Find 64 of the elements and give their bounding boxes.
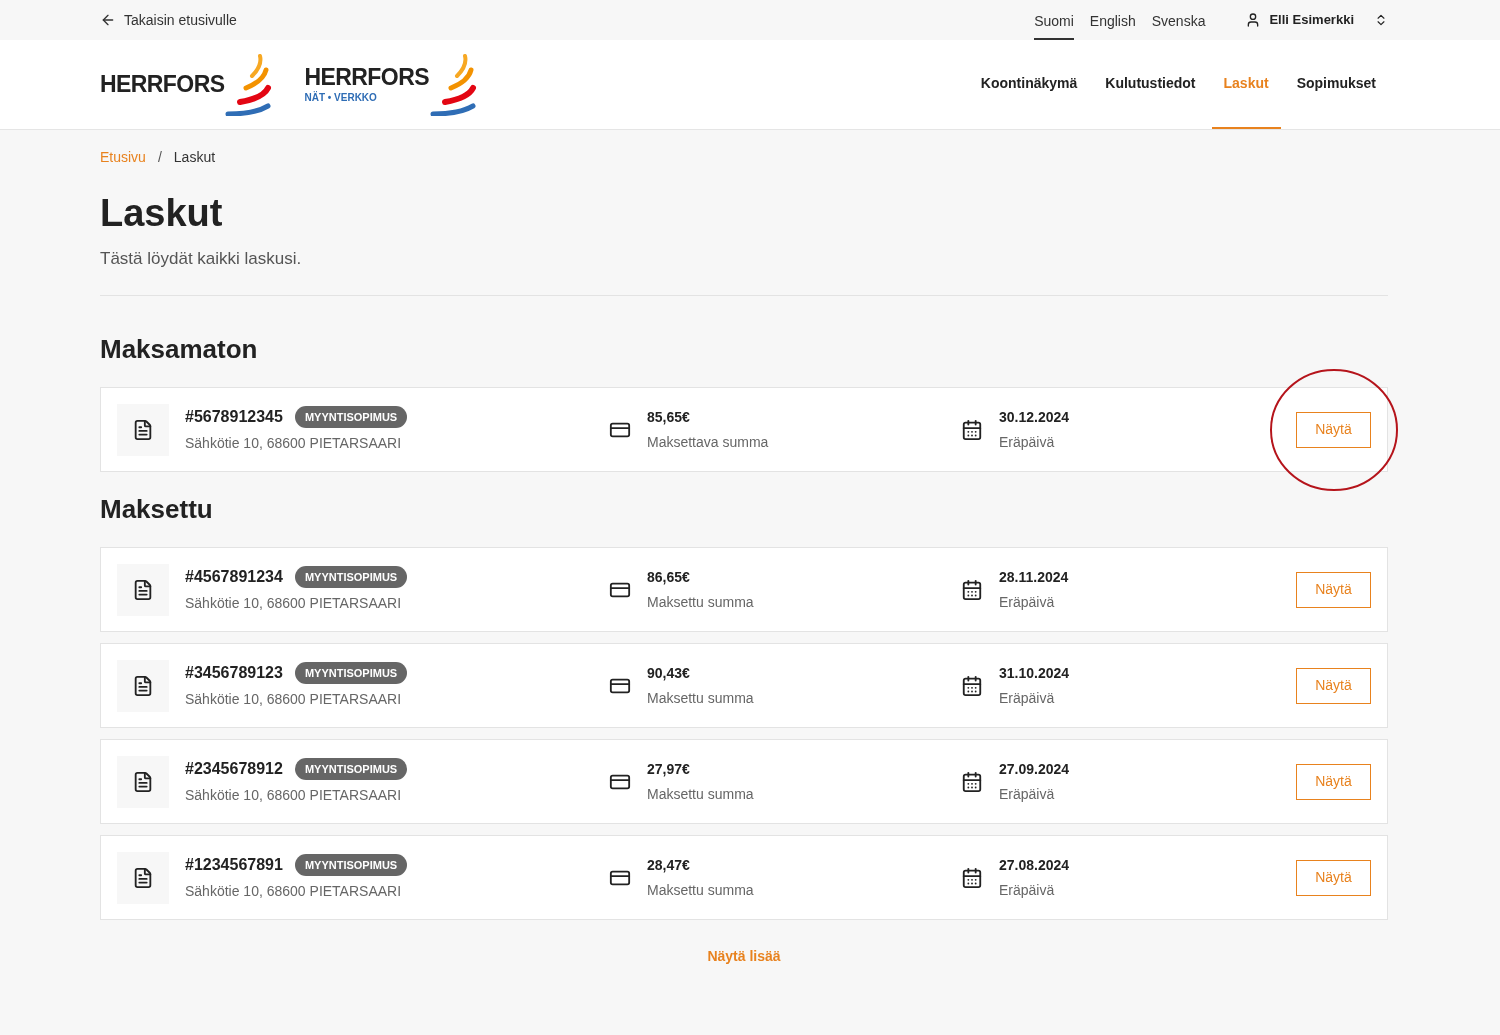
invoice-address: Sähkötie 10, 68600 PIETARSAARI bbox=[185, 882, 403, 901]
due-date-label: Eräpäivä bbox=[999, 880, 1056, 900]
logo-stripes-icon bbox=[224, 53, 273, 116]
section-heading: Maksettu bbox=[100, 493, 214, 526]
due-date: 30.12.2024 bbox=[999, 407, 1070, 427]
invoice-amount: 86,65€ bbox=[647, 567, 691, 587]
section-heading: Maksamaton bbox=[100, 333, 259, 366]
due-date: 27.09.2024 bbox=[999, 759, 1070, 779]
logo-subtitle: NÄT • VERKKO bbox=[304, 93, 378, 103]
document-icon bbox=[117, 755, 169, 808]
due-date: 27.08.2024 bbox=[999, 855, 1070, 875]
language-tab[interactable]: Svenska bbox=[1151, 0, 1206, 40]
logo-wordmark: HERRFORS bbox=[100, 73, 225, 96]
contract-tag: MYYNTISOPIMUS bbox=[294, 757, 408, 781]
invoice-number: #2345678912 bbox=[185, 759, 283, 779]
document-icon bbox=[117, 403, 169, 456]
calendar-icon bbox=[961, 674, 983, 697]
nav-tab[interactable]: Sopimukset bbox=[1284, 40, 1388, 129]
document-icon bbox=[117, 563, 169, 616]
calendar-icon bbox=[961, 770, 983, 793]
calendar-icon bbox=[961, 578, 983, 601]
invoice-number: #4567891234 bbox=[185, 567, 283, 587]
invoice-amount: 28,47€ bbox=[647, 855, 691, 875]
invoice-amount: 85,65€ bbox=[647, 407, 691, 427]
document-icon bbox=[117, 659, 169, 712]
page-title: Laskut bbox=[100, 191, 224, 236]
invoice-address: Sähkötie 10, 68600 PIETARSAARI bbox=[185, 594, 403, 613]
contract-tag: MYYNTISOPIMUS bbox=[294, 661, 408, 685]
nav-tab[interactable]: Kulutustiedot bbox=[1093, 40, 1208, 129]
amount-label: Maksettava summa bbox=[647, 432, 769, 452]
amount-label: Maksettu summa bbox=[647, 688, 754, 708]
back-arrow-icon bbox=[100, 12, 116, 28]
language-tab[interactable]: English bbox=[1089, 0, 1136, 40]
calendar-icon bbox=[961, 418, 983, 441]
amount-label: Maksettu summa bbox=[647, 784, 754, 804]
contract-tag: MYYNTISOPIMUS bbox=[294, 405, 408, 429]
due-date-label: Eräpäivä bbox=[999, 784, 1056, 804]
breadcrumb-separator: / bbox=[157, 148, 162, 167]
due-date: 31.10.2024 bbox=[999, 663, 1070, 683]
calendar-icon bbox=[961, 866, 983, 889]
invoice-number: #3456789123 bbox=[185, 663, 283, 683]
page-subtitle: Tästä löydät kaikki laskusi. bbox=[100, 247, 303, 270]
invoice-address: Sähkötie 10, 68600 PIETARSAARI bbox=[185, 434, 403, 453]
invoice-amount: 90,43€ bbox=[647, 663, 691, 683]
nav-tab[interactable]: Koontinäkymä bbox=[968, 40, 1090, 129]
due-date-label: Eräpäivä bbox=[999, 688, 1056, 708]
back-link[interactable]: Takaisin etusivulle bbox=[100, 9, 237, 31]
logo-stripes-icon bbox=[428, 53, 477, 116]
document-icon bbox=[117, 851, 169, 904]
logo-wordmark: HERRFORS bbox=[304, 66, 429, 89]
due-date-label: Eräpäivä bbox=[999, 432, 1056, 452]
invoice-amount: 27,97€ bbox=[647, 759, 691, 779]
invoice-number: #5678912345 bbox=[185, 407, 283, 427]
user-menu[interactable]: Elli Esimerkki bbox=[1245, 10, 1388, 30]
amount-label: Maksettu summa bbox=[647, 880, 754, 900]
amount-label: Maksettu summa bbox=[647, 592, 754, 612]
invoice-number: #1234567891 bbox=[185, 855, 283, 875]
due-date-label: Eräpäivä bbox=[999, 592, 1056, 612]
breadcrumb-current: Laskut bbox=[173, 148, 216, 167]
due-date: 28.11.2024 bbox=[999, 567, 1069, 587]
contract-tag: MYYNTISOPIMUS bbox=[294, 565, 408, 589]
invoice-address: Sähkötie 10, 68600 PIETARSAARI bbox=[185, 690, 403, 709]
contract-tag: MYYNTISOPIMUS bbox=[294, 853, 408, 877]
invoice-address: Sähkötie 10, 68600 PIETARSAARI bbox=[185, 786, 403, 805]
